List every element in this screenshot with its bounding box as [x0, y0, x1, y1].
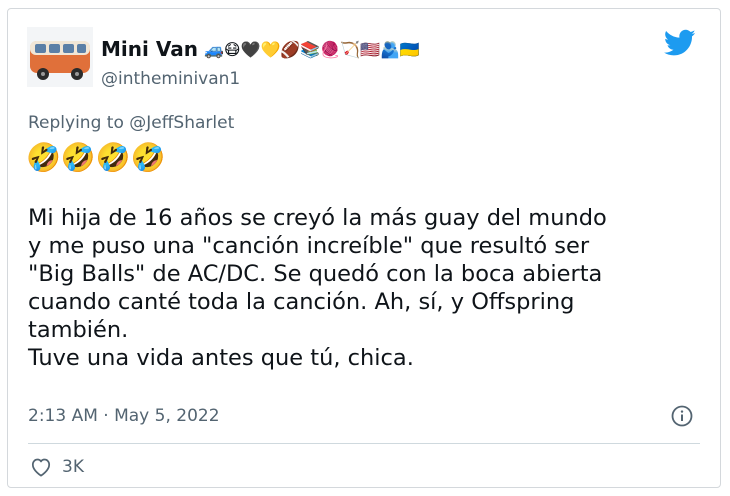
author-handle[interactable]: @intheminivan1: [101, 69, 240, 89]
twitter-bird-icon[interactable]: [664, 29, 696, 57]
replying-to-label: Replying to: [28, 113, 130, 133]
reply-mention-link[interactable]: @JeffSharlet: [129, 113, 234, 133]
heart-icon[interactable]: [30, 457, 52, 477]
like-action[interactable]: 3K: [30, 457, 84, 477]
minivan-avatar[interactable]: [27, 27, 93, 87]
replying-to-line: Replying to @JeffSharlet: [28, 113, 234, 133]
author-name-row: Mini Van 🚙😷🖤💛🏈📚🧶🏹🇺🇸🫂🇺🇦: [101, 37, 420, 61]
divider: [28, 443, 700, 444]
tweet-body-text: Mi hija de 16 años se creyó la más guay …: [28, 205, 607, 371]
tweet-timestamp[interactable]: 2:13 AM · May 5, 2022: [28, 406, 220, 426]
author-name-emojis: 🚙😷🖤💛🏈📚🧶🏹🇺🇸🫂🇺🇦: [203, 39, 420, 59]
info-icon[interactable]: [670, 404, 694, 428]
reaction-emojis: 🤣🤣🤣🤣: [26, 141, 166, 174]
like-count: 3K: [62, 457, 84, 477]
tweet-card: Mini Van 🚙😷🖤💛🏈📚🧶🏹🇺🇸🫂🇺🇦 @intheminivan1 Re…: [7, 8, 721, 488]
author-display-name[interactable]: Mini Van: [101, 37, 198, 61]
